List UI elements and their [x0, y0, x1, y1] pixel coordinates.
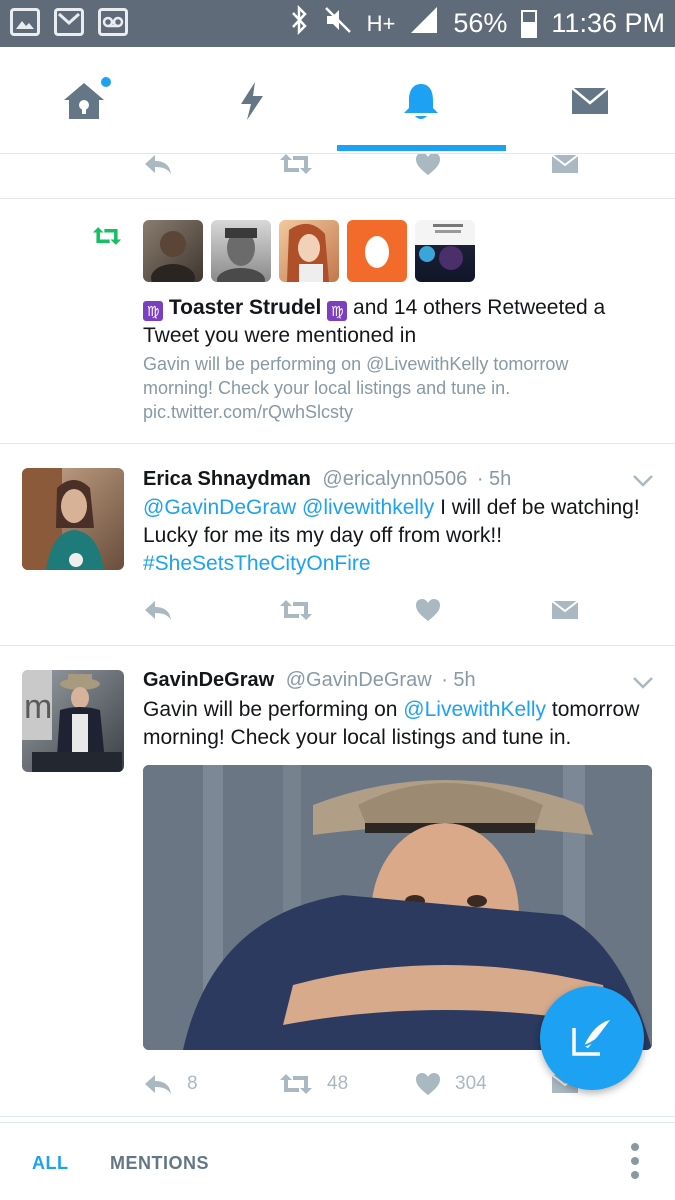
avatar[interactable]	[143, 220, 203, 282]
display-name[interactable]: GavinDeGraw	[143, 669, 274, 691]
reply-button[interactable]	[143, 154, 279, 176]
tab-messages[interactable]	[506, 47, 674, 154]
voicemail-icon	[98, 8, 128, 36]
like-button[interactable]: 304	[415, 1072, 551, 1096]
like-button[interactable]	[415, 598, 551, 622]
heart-icon	[416, 154, 440, 175]
gmail-icon	[54, 8, 84, 36]
svg-text:m: m	[24, 688, 52, 726]
divider	[0, 1116, 675, 1117]
gallery-icon	[10, 8, 40, 36]
reply-icon	[145, 601, 171, 620]
retweet-icon	[92, 227, 122, 245]
tweet-body: Gavin will be performing on	[143, 698, 398, 721]
quoted-tweet-text[interactable]: Gavin will be performing on @LivewithKel…	[143, 352, 643, 424]
virgo-emoji: ♍	[143, 301, 163, 321]
chevron-down-icon[interactable]	[632, 676, 654, 690]
tweet-text: Gavin will be performing on @LivewithKel…	[143, 696, 643, 752]
tab-all[interactable]: ALL	[32, 1153, 69, 1174]
timestamp: · 5h	[441, 669, 476, 691]
retweet-count: 48	[327, 1073, 349, 1094]
like-count: 304	[455, 1073, 487, 1094]
battery-percent: 56%	[453, 8, 508, 38]
clock: 11:36 PM	[551, 8, 665, 38]
notification-text: ♍ Toaster Strudel ♍ and 14 others Retwee…	[143, 294, 643, 350]
tweet-actions	[143, 154, 579, 176]
bluetooth-icon	[289, 4, 309, 42]
divider	[0, 645, 675, 646]
tab-home[interactable]	[0, 47, 168, 154]
bell-icon	[404, 83, 438, 119]
avatar[interactable]	[211, 220, 271, 282]
retweet-button[interactable]	[279, 154, 415, 176]
mention-link[interactable]: @LivewithKelly	[403, 698, 546, 721]
avatar-egg[interactable]	[347, 220, 407, 282]
tweet-header: GavinDeGraw @GavinDeGraw · 5h	[143, 667, 476, 693]
avatar[interactable]	[279, 220, 339, 282]
overflow-menu-icon[interactable]	[629, 1143, 641, 1183]
compose-icon	[572, 1020, 610, 1056]
notifications-timeline: ♍ Toaster Strudel ♍ and 14 others Retwee…	[0, 154, 675, 1122]
divider	[0, 198, 675, 199]
virgo-emoji: ♍	[327, 301, 348, 321]
timestamp: · 5h	[476, 468, 512, 490]
tweet-actions: 8 48 304	[143, 1072, 579, 1096]
reply-count: 8	[187, 1073, 198, 1094]
tab-moments[interactable]	[168, 47, 336, 154]
divider	[0, 443, 675, 444]
envelope-icon	[551, 154, 579, 173]
network-icon: H+	[366, 10, 396, 36]
reply-button[interactable]	[143, 598, 279, 622]
heart-icon	[416, 599, 440, 621]
chevron-down-icon[interactable]	[632, 474, 654, 488]
tweet-text: @GavinDeGraw @livewithkelly I will def b…	[143, 494, 643, 578]
retweet-icon	[280, 154, 312, 174]
like-button[interactable]	[415, 154, 551, 176]
reply-icon	[145, 1075, 171, 1094]
status-bar: H+ 56% 11:36 PM	[0, 0, 675, 47]
envelope-icon	[551, 600, 579, 619]
lightning-icon	[241, 81, 263, 120]
dm-button[interactable]	[551, 599, 579, 621]
notifications-filter-bar: ALL MENTIONS	[0, 1122, 675, 1200]
avatar[interactable]	[415, 220, 475, 282]
envelope-icon	[571, 86, 609, 114]
reply-icon	[145, 155, 171, 174]
avatar[interactable]	[22, 468, 124, 570]
tab-mentions[interactable]: MENTIONS	[110, 1153, 209, 1174]
handle[interactable]: @ericalynn0506	[322, 468, 467, 490]
compose-tweet-button[interactable]	[540, 986, 644, 1090]
mention-link[interactable]: @livewithkelly	[302, 496, 434, 519]
retweet-icon	[280, 1074, 312, 1094]
retweeter-avatars	[143, 220, 475, 282]
battery-icon	[521, 9, 538, 38]
dm-button[interactable]	[551, 154, 579, 175]
display-name[interactable]: Erica Shnaydman	[143, 468, 311, 490]
tab-notifications[interactable]	[337, 47, 505, 154]
home-icon	[64, 82, 104, 119]
new-indicator-dot	[101, 77, 111, 87]
handle[interactable]: @GavinDeGraw	[286, 669, 432, 691]
retweet-button[interactable]: 48	[279, 1072, 415, 1096]
user-name[interactable]: Toaster Strudel	[169, 296, 321, 319]
mute-icon	[323, 5, 353, 42]
signal-icon	[409, 5, 439, 42]
tweet-actions	[143, 598, 579, 622]
retweet-icon	[280, 600, 312, 620]
avatar[interactable]: m	[22, 670, 124, 772]
retweet-button[interactable]	[279, 598, 415, 622]
mention-link[interactable]: @GavinDeGraw	[143, 496, 296, 519]
tweet-header: Erica Shnaydman @ericalynn0506 · 5h	[143, 466, 511, 492]
active-tab-indicator	[337, 145, 506, 151]
top-navigation	[0, 47, 675, 154]
hashtag-link[interactable]: #SheSetsTheCityOnFire	[143, 552, 371, 575]
reply-button[interactable]: 8	[143, 1072, 279, 1096]
heart-icon	[416, 1073, 440, 1095]
